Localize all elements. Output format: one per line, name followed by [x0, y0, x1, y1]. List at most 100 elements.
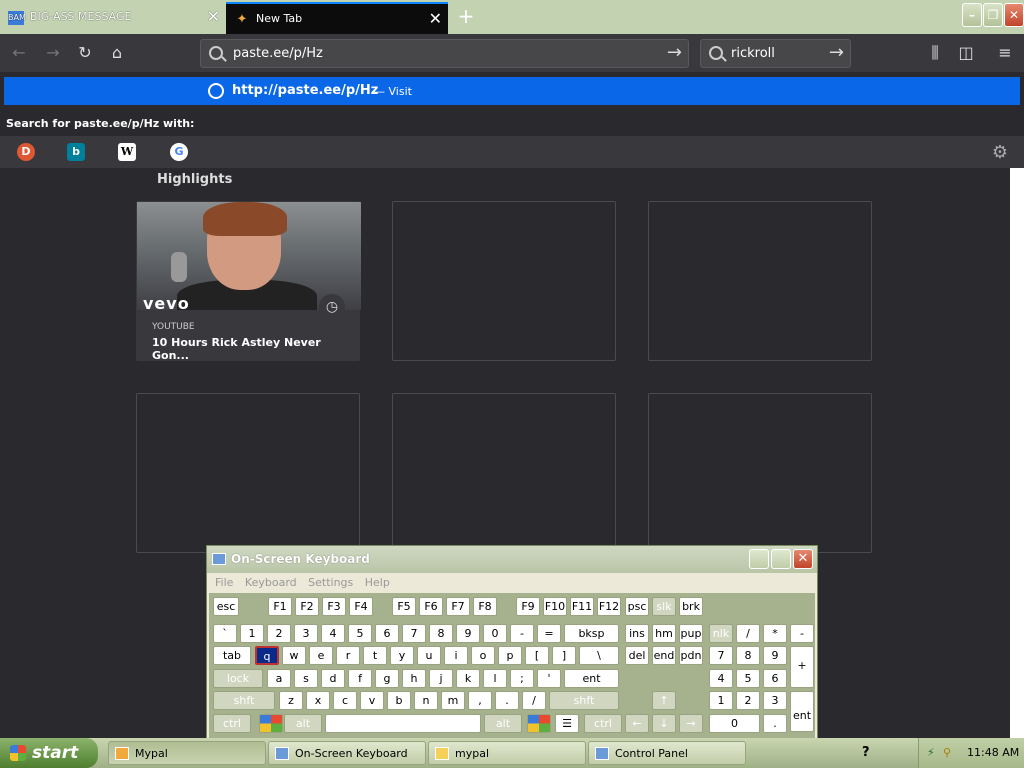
menu-file[interactable]: File [215, 576, 233, 589]
start-button[interactable]: start [0, 738, 98, 768]
osk-key-y[interactable]: y [390, 646, 414, 665]
osk-key-f[interactable]: f [348, 669, 372, 688]
new-tab-plus-icon[interactable]: + [454, 2, 478, 30]
osk-key-9[interactable]: 9 [456, 624, 480, 643]
osk-key-F3[interactable]: F3 [322, 597, 346, 616]
network-icon[interactable]: ⚡ [927, 738, 935, 768]
osk-key-l[interactable]: l [483, 669, 507, 688]
osk-key-F4[interactable]: F4 [349, 597, 373, 616]
osk-key-7[interactable]: 7 [709, 646, 733, 665]
osk-key-psc[interactable]: psc [625, 597, 649, 616]
osk-key-F2[interactable]: F2 [295, 597, 319, 616]
osk-key-1[interactable]: 1 [709, 691, 733, 710]
gear-icon[interactable]: ⚙ [992, 142, 1008, 163]
osk-key-shft[interactable]: shft [213, 691, 275, 710]
osk-key-p[interactable]: p [498, 646, 522, 665]
highlight-card[interactable]: vevo ◷ YOUTUBE 10 Hours Rick Astley Neve… [136, 201, 361, 362]
osk-key-symbol[interactable]: [ [525, 646, 549, 665]
osk-key-a[interactable]: a [267, 669, 291, 688]
osk-key-symbol[interactable]: - [510, 624, 534, 643]
osk-key-symbol[interactable]: . [495, 691, 519, 710]
osk-minimize-button[interactable] [749, 549, 769, 569]
task-control-panel[interactable]: Control Panel [588, 741, 746, 765]
osk-maximize-button[interactable] [771, 549, 791, 569]
help-icon[interactable]: ? [862, 745, 870, 760]
osk-key-i[interactable]: i [444, 646, 468, 665]
osk-key-x[interactable]: x [306, 691, 330, 710]
search-bar[interactable]: rickroll → [700, 39, 851, 68]
osk-key-F6[interactable]: F6 [419, 597, 443, 616]
osk-key-z[interactable]: z [279, 691, 303, 710]
osk-key-e[interactable]: e [309, 646, 333, 665]
menu-help[interactable]: Help [365, 576, 390, 589]
osk-key-hm[interactable]: hm [652, 624, 676, 643]
bing-icon[interactable]: b [67, 143, 85, 161]
osk-key-3[interactable]: 3 [763, 691, 787, 710]
osk-key-alt[interactable]: alt [284, 714, 322, 733]
osk-key-b[interactable]: b [387, 691, 411, 710]
osk-key-symbol[interactable]: ↓ [652, 714, 676, 733]
osk-key-symbol[interactable]: ← [625, 714, 649, 733]
osk-key-symbol[interactable]: ' [537, 669, 561, 688]
osk-key-5[interactable]: 5 [736, 669, 760, 688]
restore-button[interactable]: ❐ [983, 3, 1003, 27]
osk-key-symbol[interactable]: , [468, 691, 492, 710]
osk-key-shft[interactable]: shft [549, 691, 619, 710]
osk-key-nlk[interactable]: nlk [709, 624, 733, 643]
menu-keyboard[interactable]: Keyboard [245, 576, 297, 589]
osk-key-2[interactable]: 2 [736, 691, 760, 710]
osk-key-1[interactable]: 1 [240, 624, 264, 643]
osk-key-slk[interactable]: slk [652, 597, 676, 616]
osk-key-u[interactable]: u [417, 646, 441, 665]
osk-key-F12[interactable]: F12 [597, 597, 621, 616]
osk-key-ctrl[interactable]: ctrl [213, 714, 251, 733]
back-arrow-icon[interactable]: ← [8, 42, 30, 64]
osk-key-6[interactable]: 6 [763, 669, 787, 688]
osk-key-F8[interactable]: F8 [473, 597, 497, 616]
osk-key-F11[interactable]: F11 [570, 597, 594, 616]
osk-key-8[interactable]: 8 [736, 646, 760, 665]
sidebar-icon[interactable]: ◫ [955, 42, 977, 64]
osk-key-ent[interactable]: ent [790, 691, 814, 732]
osk-key-4[interactable]: 4 [709, 669, 733, 688]
task-on-screen-keyboard[interactable]: On-Screen Keyboard [268, 741, 426, 765]
osk-close-button[interactable]: ✕ [793, 549, 813, 569]
osk-key-pup[interactable]: pup [679, 624, 703, 643]
close-window-button[interactable]: ✕ [1004, 3, 1024, 27]
tab-new-tab[interactable]: ✦ New Tab ✕ [226, 2, 448, 34]
osk-key-F1[interactable]: F1 [268, 597, 292, 616]
osk-key-ent[interactable]: ent [564, 669, 619, 688]
osk-key-symbol[interactable]: ↑ [652, 691, 676, 710]
osk-key-symbol[interactable]: ` [213, 624, 237, 643]
forward-arrow-icon[interactable]: → [42, 42, 64, 64]
osk-key-end[interactable]: end [652, 646, 676, 665]
go-arrow-icon[interactable]: → [667, 42, 682, 63]
task-mypal-folder[interactable]: mypal [428, 741, 586, 765]
search-input[interactable]: rickroll [731, 46, 775, 61]
osk-key-esc[interactable]: esc [213, 597, 239, 616]
osk-key-symbol[interactable]: * [763, 624, 787, 643]
osk-key-space[interactable] [325, 714, 481, 733]
url-bar[interactable]: paste.ee/p/Hz → [200, 39, 689, 68]
osk-key-alt[interactable]: alt [484, 714, 522, 733]
osk-key-d[interactable]: d [321, 669, 345, 688]
osk-key-g[interactable]: g [375, 669, 399, 688]
osk-key-h[interactable]: h [402, 669, 426, 688]
tab-big-ass-message[interactable]: BAM BIG-ASS MESSAGE ✕ [0, 2, 226, 34]
minimize-button[interactable]: – [962, 3, 982, 27]
search-tray-icon[interactable]: ⚲ [943, 738, 951, 768]
osk-key-symbol[interactable]: = [537, 624, 561, 643]
duckduckgo-icon[interactable]: D [17, 143, 35, 161]
osk-key-r[interactable]: r [336, 646, 360, 665]
osk-key-c[interactable]: c [333, 691, 357, 710]
osk-key-5[interactable]: 5 [348, 624, 372, 643]
google-icon[interactable]: G [170, 143, 188, 161]
osk-key-del[interactable]: del [625, 646, 649, 665]
close-tab-icon[interactable]: ✕ [429, 4, 442, 34]
osk-key-0[interactable]: 0 [483, 624, 507, 643]
osk-key-tab[interactable]: tab [213, 646, 251, 665]
osk-key-8[interactable]: 8 [429, 624, 453, 643]
osk-key-pdn[interactable]: pdn [679, 646, 703, 665]
osk-key-w[interactable]: w [282, 646, 306, 665]
osk-key-v[interactable]: v [360, 691, 384, 710]
